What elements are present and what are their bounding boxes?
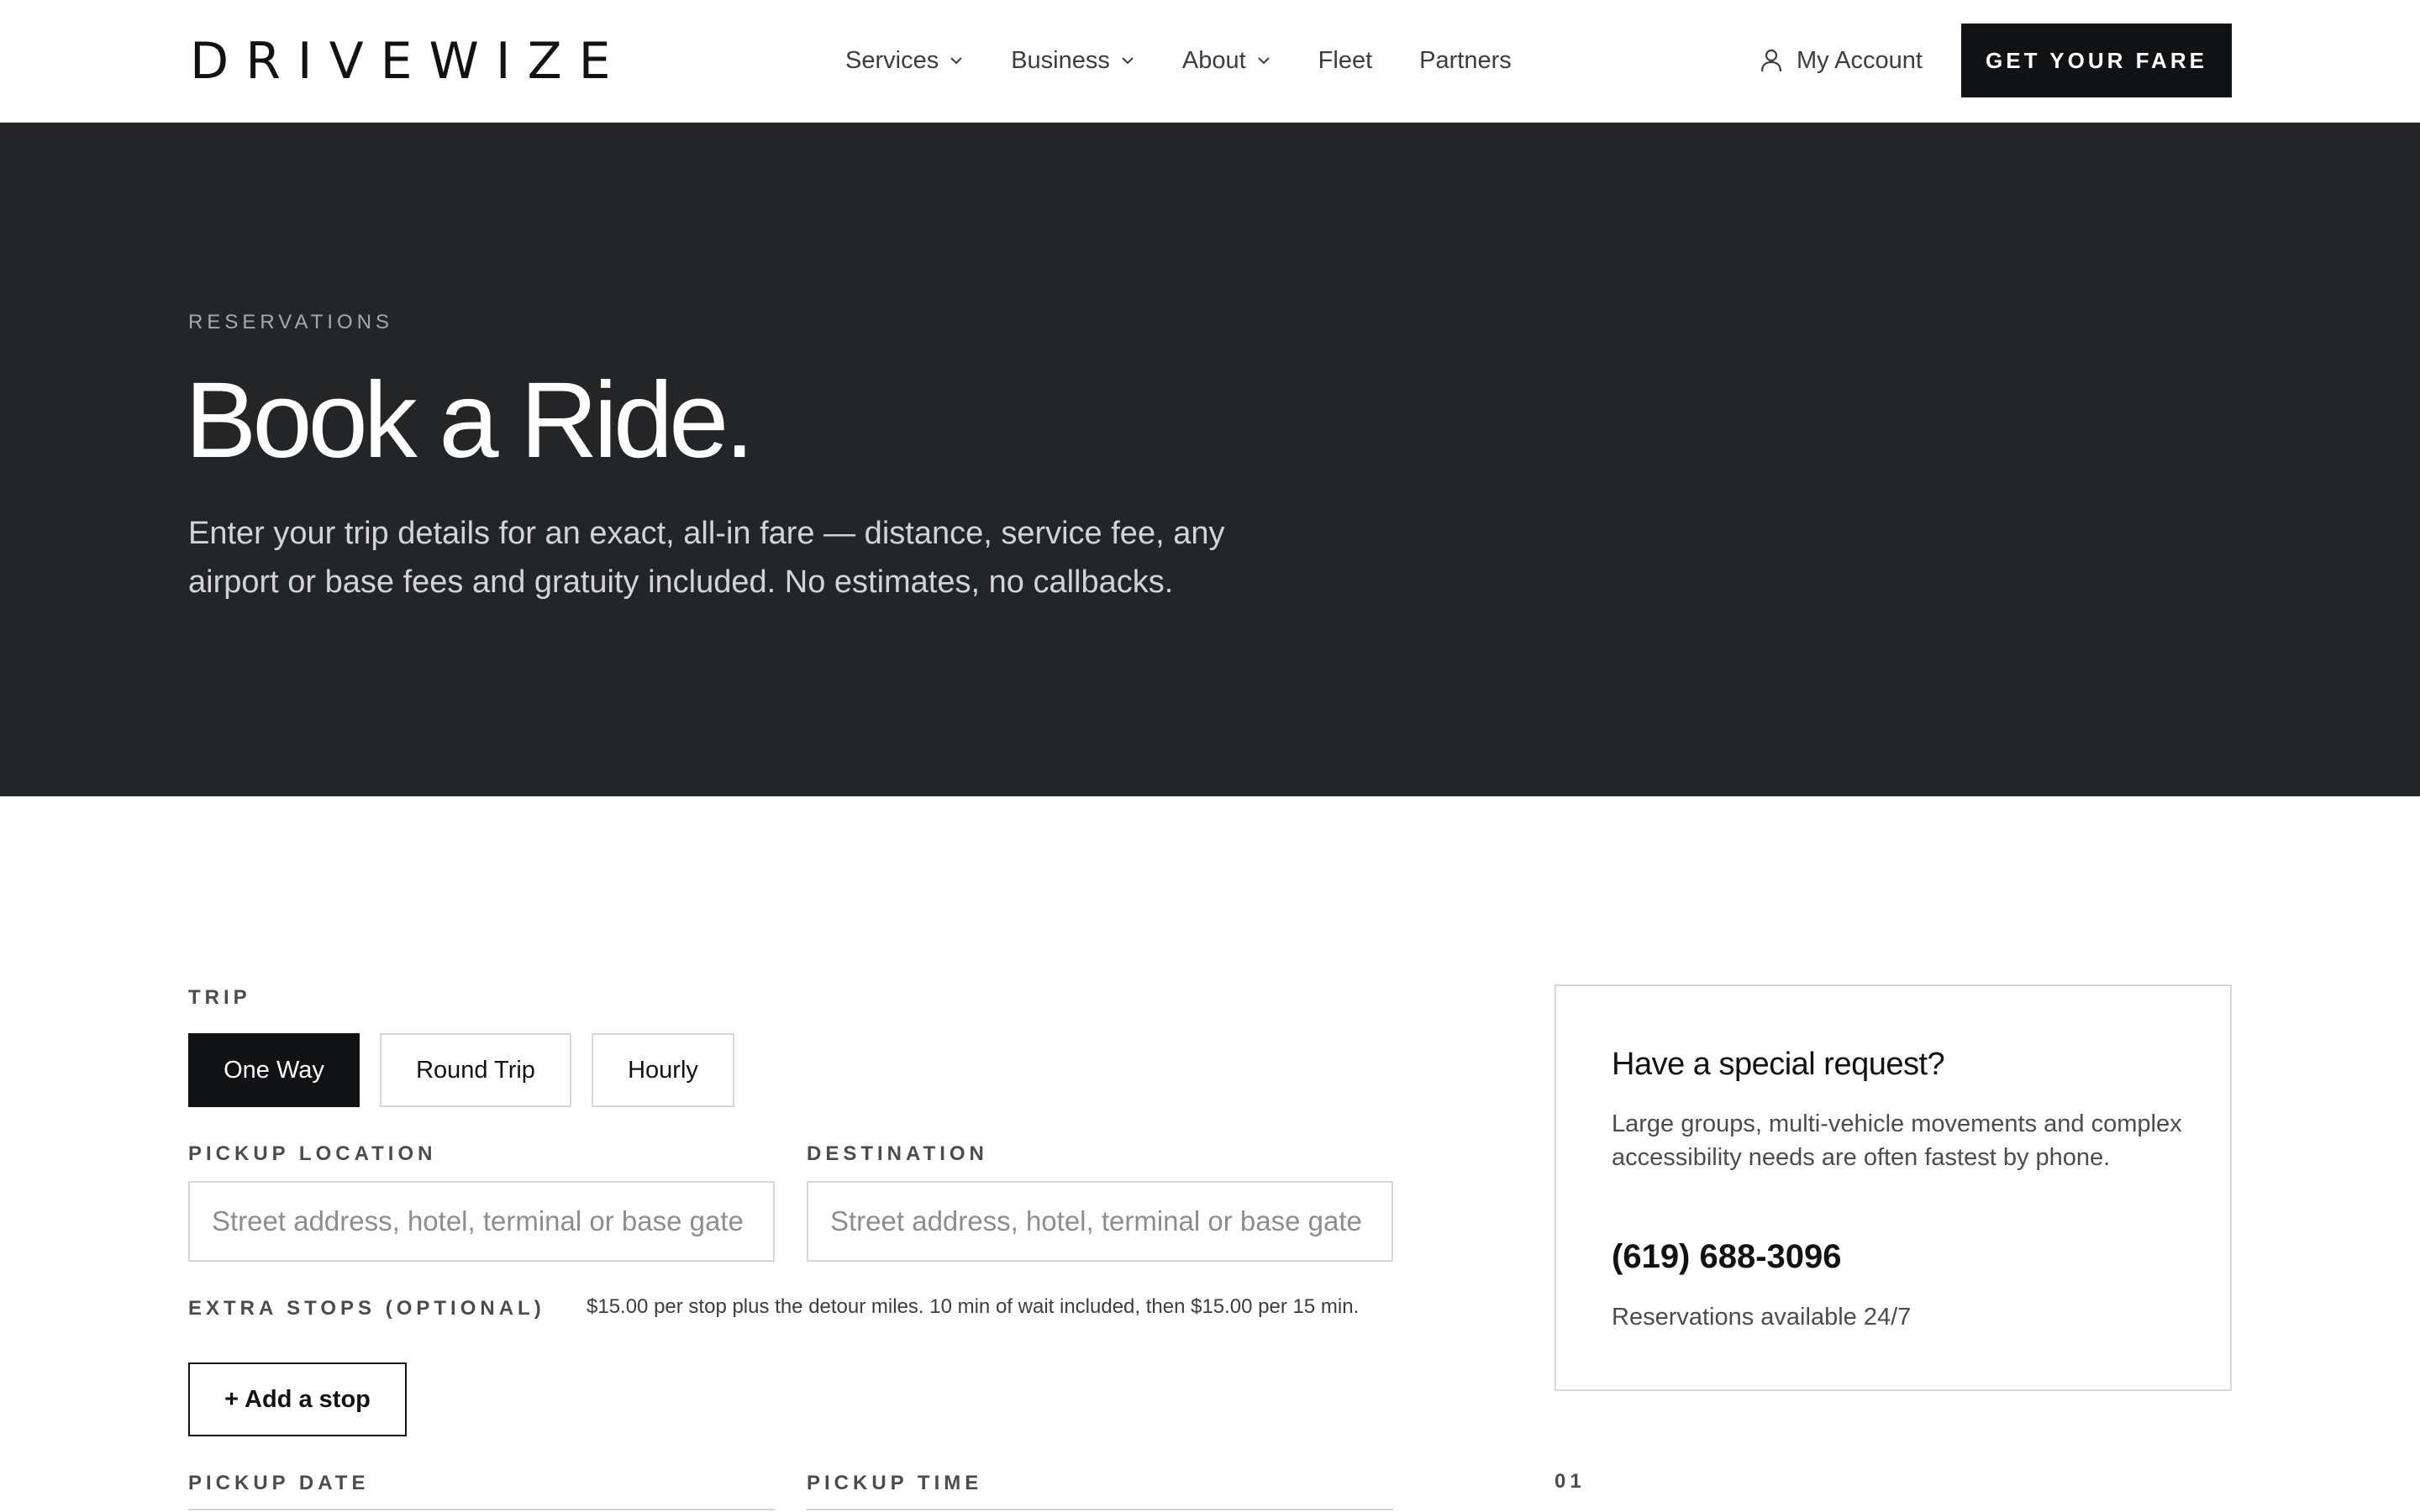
extra-stops-label: EXTRA STOPS (OPTIONAL)	[188, 1297, 545, 1320]
trip-label: TRIP	[188, 986, 251, 1009]
nav-business-label: Business	[1011, 46, 1110, 74]
pickup-location-input[interactable]	[188, 1181, 775, 1262]
phone-number-link[interactable]: (619) 688-3096	[1612, 1238, 1842, 1276]
special-request-title: Have a special request?	[1612, 1047, 1945, 1082]
chevron-down-icon	[950, 57, 962, 65]
nav-about[interactable]: About	[1182, 47, 1271, 75]
my-account-label: My Account	[1797, 46, 1923, 74]
pickup-time-input[interactable]	[807, 1509, 1393, 1512]
hero-eyebrow: RESERVATIONS	[188, 311, 394, 333]
get-your-fare-button[interactable]: GET YOUR FARE	[1961, 24, 2232, 97]
nav-business[interactable]: Business	[1011, 47, 1135, 75]
page-title: Book a Ride.	[185, 360, 755, 480]
pickup-date-label: PICKUP DATE	[188, 1472, 370, 1494]
extra-stops-note: $15.00 per stop plus the detour miles. 1…	[587, 1295, 1360, 1318]
chevron-down-icon	[1122, 57, 1134, 65]
logo[interactable]: DRIVEWIZE	[190, 37, 627, 84]
nav-services[interactable]: Services	[845, 47, 964, 75]
nav-partners[interactable]: Partners	[1419, 47, 1512, 75]
site-header: DRIVEWIZE Services Business About Fleet …	[0, 0, 2420, 123]
hero-section: RESERVATIONS Book a Ride. Enter your tri…	[0, 123, 2420, 796]
add-stop-button[interactable]: + Add a stop	[188, 1362, 407, 1436]
nav-fleet[interactable]: Fleet	[1318, 47, 1372, 75]
pickup-date-input[interactable]	[188, 1509, 775, 1512]
destination-input[interactable]	[807, 1181, 1393, 1262]
nav-services-label: Services	[845, 46, 939, 74]
hero-subtitle: Enter your trip details for an exact, al…	[188, 516, 1225, 600]
logo-mark: DRIVEWIZE	[190, 39, 627, 81]
nav-fleet-label: Fleet	[1318, 46, 1373, 74]
pickup-location-label: PICKUP LOCATION	[188, 1142, 437, 1165]
special-request-body: Large groups, multi-vehicle movements an…	[1612, 1110, 2182, 1171]
step-number: 01	[1555, 1470, 1586, 1493]
chevron-down-icon	[1257, 57, 1270, 65]
logo-text: DRIVEWIZE	[190, 39, 627, 81]
user-icon	[1760, 49, 1782, 72]
nav-partners-label: Partners	[1419, 46, 1512, 74]
trip-option-round-trip[interactable]: Round Trip	[380, 1033, 571, 1107]
nav-about-label: About	[1181, 46, 1246, 74]
reservations-hours-note: Reservations available 24/7	[1612, 1304, 1912, 1331]
trip-option-one-way[interactable]: One Way	[188, 1033, 360, 1107]
my-account-link[interactable]: My Account	[1760, 42, 1923, 79]
destination-label: DESTINATION	[807, 1142, 988, 1165]
main-nav: Services Business About Fleet Partners	[845, 40, 1559, 81]
special-request-card: Have a special request? Large groups, mu…	[1555, 984, 2232, 1391]
trip-option-hourly[interactable]: Hourly	[592, 1033, 734, 1107]
pickup-time-label: PICKUP TIME	[807, 1472, 983, 1494]
